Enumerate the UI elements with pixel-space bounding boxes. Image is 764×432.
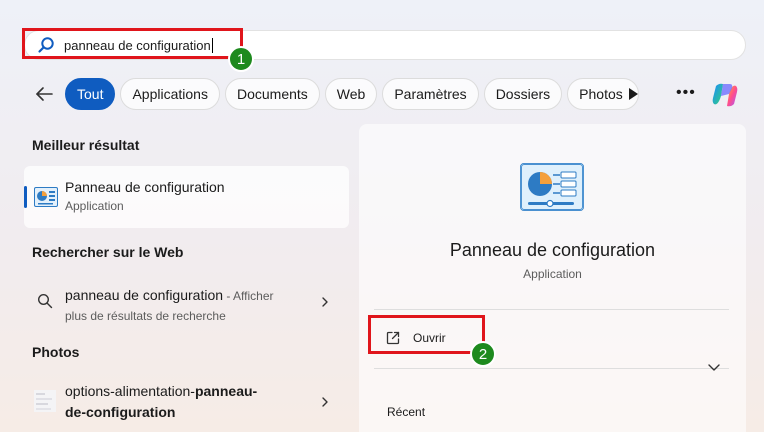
best-result-item[interactable]: Panneau de configuration Application [24,166,349,228]
copilot-icon[interactable] [710,80,740,110]
open-button[interactable]: Ouvrir [385,330,446,346]
best-result-subtitle: Application [65,199,124,213]
web-search-item[interactable]: panneau de configuration - Afficher plus… [24,278,349,326]
search-icon [38,37,54,53]
chevron-right-icon [322,297,328,307]
open-label: Ouvrir [413,331,446,345]
step-badge-2: 2 [470,341,496,367]
tab-tout[interactable]: Tout [65,78,116,110]
web-suffix-text: - Afficher [223,289,274,303]
detail-title: Panneau de configuration [449,240,656,260]
photo-name-bold: panneau- [194,383,258,399]
tab-parametres[interactable]: Paramètres [382,78,479,110]
selection-indicator [24,186,27,208]
step-badge-1: 1 [228,46,254,72]
photo-item[interactable]: options-alimentation-panneau- de-configu… [24,378,349,426]
web-search-heading: Rechercher sur le Web [32,244,184,260]
best-result-heading: Meilleur résultat [32,137,140,153]
tab-dossiers[interactable]: Dossiers [483,78,563,110]
tab-documents[interactable]: Documents [224,78,320,110]
photo-name-line2: de-configuration [65,404,176,420]
web-query-text: panneau de configuration [65,287,224,303]
search-icon [37,293,53,309]
scroll-right-icon[interactable] [624,85,642,103]
tab-web[interactable]: Web [324,78,378,110]
chevron-right-icon [322,397,328,407]
divider [374,368,729,369]
filter-bar: Tout Applications Documents Web Paramètr… [30,77,644,111]
best-result-title: Panneau de configuration [65,179,225,195]
more-dots-icon[interactable]: ••• [676,84,696,102]
photos-heading: Photos [32,344,80,360]
detail-panel: Panneau de configuration Application Ouv… [359,124,746,432]
control-panel-icon [34,187,58,207]
divider [374,309,729,310]
recent-heading: Récent [387,405,426,419]
detail-subtitle: Application [523,267,582,281]
chevron-down-icon[interactable] [707,362,721,372]
search-input[interactable]: panneau de configuration [64,38,211,53]
tab-applications[interactable]: Applications [120,78,220,110]
control-panel-large-icon [520,163,584,211]
back-arrow-icon [36,87,53,101]
open-external-icon [386,331,400,345]
web-more-results-text: plus de résultats de recherche [65,309,226,323]
search-bar[interactable]: panneau de configuration [24,30,746,60]
photo-name-line1: options-alimentation- [65,383,195,399]
back-button[interactable] [30,80,58,108]
text-caret [211,37,213,53]
photo-thumbnail-icon [34,390,56,412]
